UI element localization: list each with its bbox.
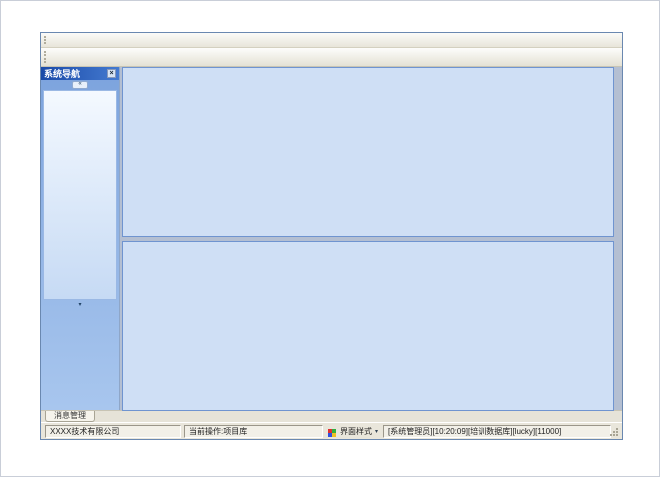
chevron-down-icon: ▾ xyxy=(375,428,378,435)
app-body: 系统导航 × « ▾ xyxy=(41,67,622,410)
page: 系统导航 × « ▾ 消息管理 XXXX技术有限公司 当前操作:项目库 xyxy=(0,0,660,477)
bottom-tab-row: 消息管理 xyxy=(41,410,622,422)
sidebar-close-icon[interactable]: × xyxy=(107,69,116,78)
status-session: [系统管理员][10:20:09][培训数据库][lucky][11000] xyxy=(383,425,611,438)
sidebar-item-list xyxy=(43,90,117,300)
window-project-progress xyxy=(122,241,614,411)
sidebar-title: 系统导航 xyxy=(44,67,80,80)
style-palette-icon xyxy=(328,429,332,433)
mdi-area xyxy=(119,67,622,410)
sidebar-header: 系统导航 × xyxy=(41,67,119,80)
interface-style-button[interactable]: 界面样式 ▾ xyxy=(326,426,380,437)
sidebar-collapse-button[interactable]: « xyxy=(72,81,88,89)
menu-bar xyxy=(41,33,622,48)
sidebar: 系统导航 × « ▾ xyxy=(41,67,119,410)
status-bar: XXXX技术有限公司 当前操作:项目库 界面样式 ▾ [系统管理员][10:20… xyxy=(41,422,622,439)
status-operation: 当前操作:项目库 xyxy=(184,425,323,438)
resize-grip[interactable] xyxy=(616,434,618,436)
main-toolbar xyxy=(41,48,622,67)
window-project-gantt xyxy=(122,67,614,237)
style-label: 界面样式 xyxy=(340,426,372,437)
status-company: XXXX技术有限公司 xyxy=(45,425,181,438)
app-window: 系统导航 × « ▾ 消息管理 XXXX技术有限公司 当前操作:项目库 xyxy=(40,32,623,440)
sidebar-overflow[interactable]: ▾ xyxy=(41,300,119,308)
tab-message-management[interactable]: 消息管理 xyxy=(45,411,95,422)
sidebar-collapse-strip: « xyxy=(41,80,119,90)
